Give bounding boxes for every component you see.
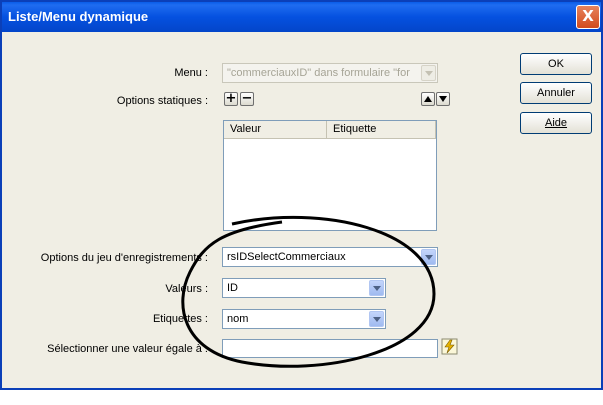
triangle-down-icon xyxy=(439,96,447,102)
move-up-button[interactable] xyxy=(421,92,435,106)
cancel-button[interactable]: Annuler xyxy=(520,82,592,104)
help-button[interactable]: Aide xyxy=(520,112,592,134)
menu-label: Menu : xyxy=(174,67,208,79)
menu-select[interactable]: "commerciauxID" dans formulaire "for xyxy=(222,63,438,83)
ok-button[interactable]: OK xyxy=(520,53,592,75)
window-title: Liste/Menu dynamique xyxy=(8,9,149,24)
chevron-down-icon xyxy=(421,65,436,81)
column-header-label[interactable]: Etiquette xyxy=(327,121,436,139)
annotation-ellipse xyxy=(181,215,436,368)
menu-select-value: "commerciauxID" dans formulaire "for xyxy=(227,67,410,79)
static-options-label: Options statiques : xyxy=(116,95,208,107)
dialog-window: Liste/Menu dynamique X Menu : "commercia… xyxy=(0,0,603,390)
triangle-up-icon xyxy=(424,96,432,102)
close-button[interactable]: X xyxy=(576,5,600,29)
title-bar[interactable]: Liste/Menu dynamique X xyxy=(2,2,601,32)
remove-option-button[interactable]: − xyxy=(240,92,254,106)
column-header-value[interactable]: Valeur xyxy=(224,121,327,139)
move-down-button[interactable] xyxy=(436,92,450,106)
add-option-button[interactable]: + xyxy=(224,92,238,106)
